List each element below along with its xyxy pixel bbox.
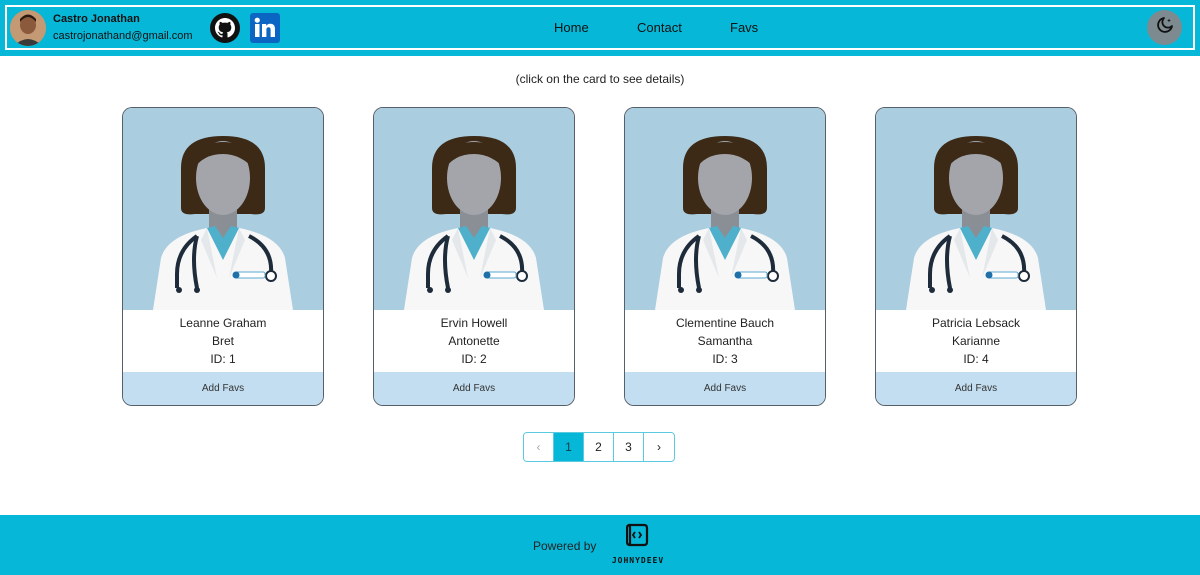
card-id: ID: 2 <box>461 352 487 366</box>
nav-home[interactable]: Home <box>554 20 589 35</box>
profile-name: Castro Jonathan <box>53 13 140 25</box>
card-id: ID: 4 <box>963 352 989 366</box>
doctor-image <box>625 108 825 312</box>
theme-toggle-button[interactable] <box>1147 10 1182 45</box>
card-id: ID: 3 <box>712 352 738 366</box>
profile: Castro Jonathan castrojonathand@gmail.co… <box>10 10 193 46</box>
add-favs-button[interactable]: Add Favs <box>374 372 574 405</box>
doctor-card[interactable]: Patricia Lebsack Karianne ID: 4 Add Favs <box>875 107 1077 406</box>
add-favs-button[interactable]: Add Favs <box>876 372 1076 405</box>
header: Castro Jonathan castrojonathand@gmail.co… <box>0 0 1200 56</box>
card-name: Patricia Lebsack <box>931 316 1021 330</box>
pagination-prev-button[interactable]: ‹ <box>524 433 554 461</box>
card-username: Bret <box>211 334 234 348</box>
github-icon[interactable] <box>209 12 240 43</box>
card-username: Antonette <box>448 334 500 348</box>
brand-logo[interactable]: JOHNYDEEV <box>611 523 665 565</box>
doctor-image <box>123 108 323 312</box>
pagination-next-button[interactable]: › <box>644 433 674 461</box>
doctor-card[interactable]: Clementine Bauch Samantha ID: 3 Add Favs <box>624 107 826 406</box>
nav-contact[interactable]: Contact <box>637 20 682 35</box>
doctor-card[interactable]: Leanne Graham Bret ID: 1 Add Favs <box>122 107 324 406</box>
linkedin-icon[interactable] <box>249 12 280 43</box>
brand-logo-icon <box>625 523 650 553</box>
card-name: Leanne Graham <box>179 316 267 330</box>
powered-by-text: Powered by <box>533 539 597 553</box>
hint-text: (click on the card to see details) <box>515 72 685 86</box>
footer: Powered by JOHNYDEEV <box>0 515 1200 575</box>
pagination-page-3[interactable]: 3 <box>614 433 644 461</box>
brand-name: JOHNYDEEV <box>611 556 665 565</box>
add-favs-button[interactable]: Add Favs <box>123 372 323 405</box>
card-name: Ervin Howell <box>440 316 508 330</box>
moon-icon <box>1156 16 1174 39</box>
card-username: Karianne <box>951 334 1001 348</box>
pagination-page-2[interactable]: 2 <box>584 433 614 461</box>
pagination-page-1[interactable]: 1 <box>554 433 584 461</box>
doctor-image <box>876 108 1076 312</box>
card-name: Clementine Bauch <box>675 316 775 330</box>
card-username: Samantha <box>697 334 753 348</box>
doctor-card[interactable]: Ervin Howell Antonette ID: 2 Add Favs <box>373 107 575 406</box>
avatar <box>10 10 46 46</box>
add-favs-button[interactable]: Add Favs <box>625 372 825 405</box>
profile-email: castrojonathand@gmail.com <box>53 30 193 42</box>
pagination: ‹ 1 2 3 › <box>523 432 675 462</box>
card-id: ID: 1 <box>210 352 236 366</box>
doctor-image <box>374 108 574 312</box>
nav-favs[interactable]: Favs <box>730 20 758 35</box>
